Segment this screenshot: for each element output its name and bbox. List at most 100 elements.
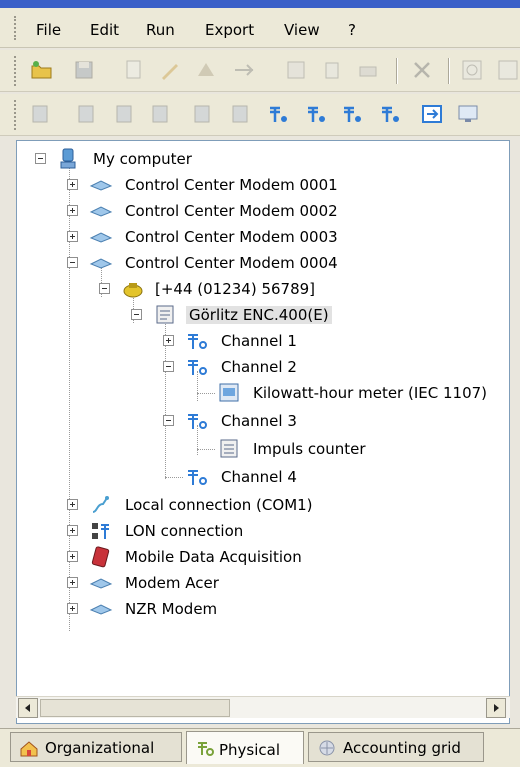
export-icon[interactable] (420, 102, 444, 126)
tree-node-device[interactable]: Görlitz ENC.400(E) (17, 303, 507, 329)
modem-icon (89, 226, 113, 248)
channel-7-icon[interactable] (266, 102, 290, 126)
tree-node-lon-connection[interactable]: LON connection (17, 519, 507, 545)
monitor-icon[interactable] (456, 102, 480, 126)
readout-3-icon[interactable] (114, 102, 138, 126)
new-doc-icon[interactable] (122, 58, 146, 82)
menu-edit[interactable]: Edit (90, 21, 119, 39)
tree-node-mobile-data[interactable]: Mobile Data Acquisition (17, 545, 507, 571)
modem-icon (89, 252, 113, 274)
zoom2-icon[interactable] (496, 58, 520, 82)
tree-label: Local connection (COM1) (125, 496, 313, 514)
tree-node-local-connection[interactable]: Local connection (COM1) (17, 493, 507, 519)
tree-node-channel-4[interactable]: Channel 4 (17, 465, 507, 491)
tree-node-modem-acer[interactable]: Modem Acer (17, 571, 507, 597)
menu-help[interactable]: ? (348, 21, 356, 39)
readout-2-icon[interactable] (76, 102, 100, 126)
tree-node-channel-2[interactable]: Channel 2 (17, 355, 507, 381)
collapse-toggle[interactable] (35, 153, 46, 164)
edit-icon[interactable] (158, 58, 182, 82)
expand-toggle[interactable] (67, 205, 78, 216)
scroll-right-button[interactable] (486, 698, 506, 718)
readout-6-icon[interactable] (230, 102, 254, 126)
toolbar-grip[interactable] (14, 100, 18, 130)
expand-toggle[interactable] (67, 577, 78, 588)
tree-label: Control Center Modem 0002 (125, 202, 338, 220)
zoom-icon[interactable] (460, 58, 484, 82)
tree-node-my-computer[interactable]: My computer (17, 147, 507, 173)
readout-4-icon[interactable] (150, 102, 174, 126)
tab-organizational[interactable]: Organizational (10, 732, 182, 762)
tree-node-meter[interactable]: Kilowatt-hour meter (IEC 1107) (17, 381, 507, 407)
device-icon[interactable] (194, 58, 218, 82)
disk-icon[interactable] (72, 58, 96, 82)
collapse-toggle[interactable] (131, 309, 142, 320)
channel-10-icon[interactable] (378, 102, 402, 126)
tree-node-phone[interactable]: [+44 (01234) 56789] (17, 277, 507, 303)
print-icon[interactable] (356, 58, 380, 82)
tab-physical[interactable]: Physical (186, 731, 304, 764)
menu-view[interactable]: View (284, 21, 320, 39)
tree-label: Channel 3 (221, 412, 297, 430)
collapse-toggle[interactable] (99, 283, 110, 294)
tree-node-modem-0004[interactable]: Control Center Modem 0004 (17, 251, 507, 277)
menu-file[interactable]: File (36, 21, 61, 39)
horizontal-scrollbar[interactable] (16, 696, 510, 718)
toolbar-grip[interactable] (14, 56, 18, 86)
tools-icon[interactable] (410, 58, 434, 82)
collapse-toggle[interactable] (67, 257, 78, 268)
open-folder-icon[interactable] (30, 58, 54, 82)
tab-label: Physical (219, 741, 281, 759)
modem-icon (89, 200, 113, 222)
tree-node-nzr-modem[interactable]: NZR Modem (17, 597, 507, 623)
tab-accounting-grid[interactable]: Accounting grid (308, 732, 484, 762)
channel-8-icon[interactable] (304, 102, 328, 126)
tab-label: Organizational (45, 739, 155, 757)
expand-toggle[interactable] (67, 603, 78, 614)
scroll-left-button[interactable] (18, 698, 38, 718)
computer-icon (57, 148, 81, 170)
menu-run[interactable]: Run (146, 21, 175, 39)
scrollbar-thumb[interactable] (40, 699, 230, 717)
tree-line (197, 449, 215, 450)
tree-node-modem-0003[interactable]: Control Center Modem 0003 (17, 225, 507, 251)
connect-icon[interactable] (232, 58, 256, 82)
tree-node-counter[interactable]: Impuls counter (17, 437, 507, 463)
device-icon (153, 304, 177, 326)
collapse-toggle[interactable] (163, 361, 174, 372)
modem-icon (89, 598, 113, 620)
expand-toggle[interactable] (163, 335, 174, 346)
arrow-right-icon (494, 704, 499, 712)
expand-toggle[interactable] (67, 231, 78, 242)
menu-export[interactable]: Export (205, 21, 254, 39)
menubar-grip[interactable] (14, 16, 17, 40)
tree-view[interactable]: My computer Control Center Modem 0001 Co… (16, 140, 510, 724)
telephone-icon (121, 278, 145, 300)
tree-label: Kilowatt-hour meter (IEC 1107) (253, 384, 488, 402)
tree-label: Channel 1 (221, 332, 297, 350)
expand-toggle[interactable] (67, 499, 78, 510)
main-toolbar (0, 50, 520, 92)
home-icon (20, 741, 38, 757)
collapse-toggle[interactable] (163, 415, 174, 426)
tree-node-channel-3[interactable]: Channel 3 (17, 409, 507, 435)
list-icon[interactable] (284, 58, 308, 82)
tree-label: NZR Modem (125, 600, 218, 618)
readout-1-icon[interactable] (30, 102, 54, 126)
channel-icon (185, 356, 209, 378)
tree-node-channel-1[interactable]: Channel 1 (17, 329, 507, 355)
toolbar-separator (396, 58, 398, 84)
channel-9-icon[interactable] (340, 102, 364, 126)
tree-label: LON connection (125, 522, 244, 540)
meter-icon (217, 382, 241, 404)
tree-node-modem-0001[interactable]: Control Center Modem 0001 (17, 173, 507, 199)
tree-label: Channel 4 (221, 468, 297, 486)
expand-toggle[interactable] (67, 551, 78, 562)
tree-label: Control Center Modem 0003 (125, 228, 338, 246)
pages-icon[interactable] (320, 58, 344, 82)
expand-toggle[interactable] (67, 179, 78, 190)
readout-5-icon[interactable] (192, 102, 216, 126)
tree-node-modem-0002[interactable]: Control Center Modem 0002 (17, 199, 507, 225)
expand-toggle[interactable] (67, 525, 78, 536)
view-tabs: Organizational Physical Accounting grid (0, 728, 520, 767)
